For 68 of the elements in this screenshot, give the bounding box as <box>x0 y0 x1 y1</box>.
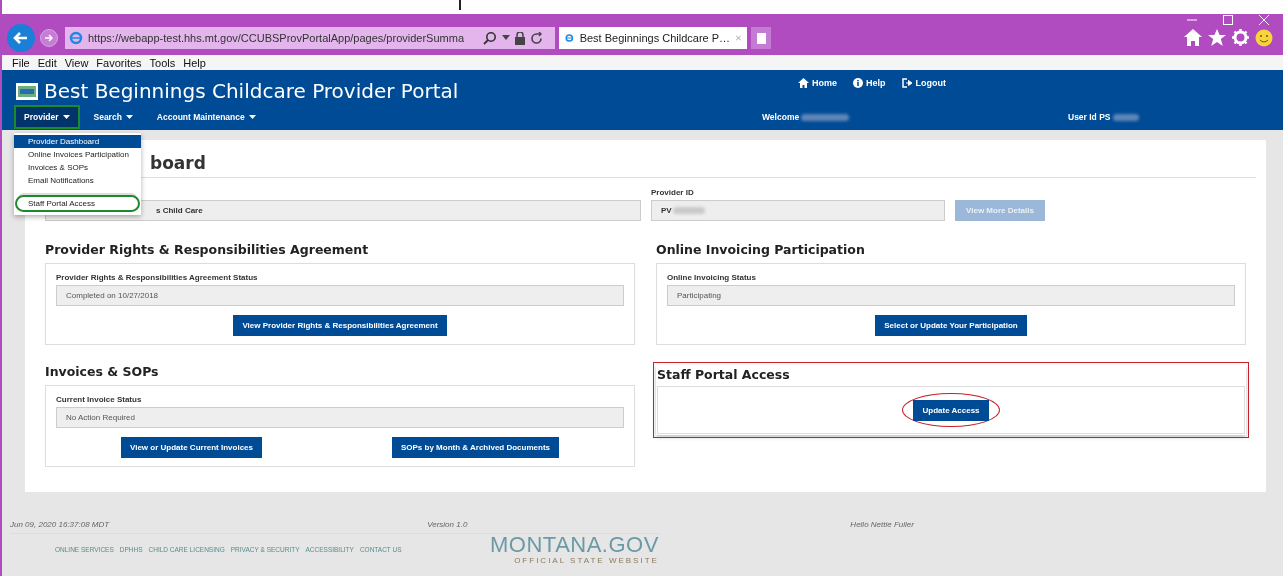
nav-tab[interactable]: Search <box>83 105 143 129</box>
info-icon <box>853 78 863 88</box>
menu-item[interactable]: Edit <box>37 56 57 69</box>
section-title: Staff Portal Access <box>657 367 791 382</box>
header-link[interactable]: Logout <box>901 78 947 88</box>
menu-item[interactable]: File <box>12 56 30 69</box>
logo-icon <box>16 82 38 100</box>
page-icon <box>756 32 766 44</box>
logo-tagline: OFFICIAL STATE WEBSITE <box>514 556 659 565</box>
section-title: Online Invoicing Participation <box>656 242 866 257</box>
lock-icon <box>515 31 525 45</box>
settings-icon[interactable] <box>1232 29 1249 46</box>
logout-icon <box>901 78 913 88</box>
action-button[interactable]: View Provider Rights & Responsibilities Agreement <box>233 315 447 336</box>
greeting-text: Hello Nettie Fuller <box>850 520 914 529</box>
page-title: board <box>150 153 206 173</box>
portal-title: Best Beginnings Childcare Provider Portal <box>44 79 459 103</box>
menu-item[interactable]: Favorites <box>96 56 142 69</box>
dropdown-item[interactable]: Email Notifications <box>14 174 141 187</box>
timestamp-text: Jun 09, 2020 16:37:08 MDT <box>10 520 110 529</box>
new-tab-button[interactable] <box>751 27 771 49</box>
section-title: Invoices & SOPs <box>45 364 160 379</box>
nav-tab[interactable]: Account Maintenance <box>146 105 266 129</box>
blurred-text <box>1112 113 1139 121</box>
caret-icon[interactable] <box>502 35 510 41</box>
caret-icon <box>125 115 133 119</box>
caret-icon <box>62 115 70 119</box>
menu-item[interactable]: Tools <box>149 56 176 69</box>
caret-icon <box>248 115 256 119</box>
status-field: Completed on 10/27/2018 <box>56 285 624 306</box>
browser-logo-icon <box>69 31 83 45</box>
field-label: Online Invoicing Status <box>667 273 757 282</box>
dropdown-item[interactable]: Invoices & SOPs <box>14 161 141 174</box>
field-label: Provider ID <box>651 188 695 197</box>
menu-item[interactable]: Help <box>183 56 206 69</box>
user-id-text: User Id PS <box>1068 112 1111 122</box>
menu-item[interactable]: View <box>64 56 89 69</box>
url-text: https://webapp-test.hhs.mt.gov/CCUBSProvPortalApp/pages/providerSumma <box>88 32 465 44</box>
dropdown-item[interactable]: Staff Portal Access <box>15 195 140 212</box>
header-link[interactable]: Home <box>798 78 837 88</box>
blurred-text <box>672 207 705 214</box>
home-icon <box>798 78 809 88</box>
search-icon[interactable] <box>483 31 497 45</box>
action-button[interactable]: SOPs by Month & Archived Documents <box>391 437 559 458</box>
action-button[interactable]: View or Update Current Invoices <box>121 437 262 458</box>
star-icon[interactable] <box>1208 29 1226 46</box>
home-icon[interactable] <box>1184 29 1202 46</box>
address-bar[interactable]: https://webapp-test.hhs.mt.gov/CCUBSProvPortalApp/pages/providerSumma <box>65 27 555 49</box>
field-label: Provider Rights & Responsibilities Agreement Status <box>56 273 259 282</box>
provider-id-field: PV <box>651 200 945 221</box>
action-button[interactable]: Update Access <box>913 400 989 421</box>
nav-tab[interactable]: Provider <box>14 105 80 129</box>
refresh-icon[interactable] <box>530 31 543 45</box>
maximize-icon[interactable] <box>1223 15 1233 25</box>
dropdown-item[interactable]: Online Invoices Participation <box>14 148 141 161</box>
welcome-text: Welcome <box>762 112 800 122</box>
dropdown-item[interactable]: Provider Dashboard <box>14 135 141 148</box>
browser-tab[interactable]: Best Beginnings Childcare P… <box>559 27 747 49</box>
status-field: No Action Required <box>56 407 624 428</box>
section-title: Provider Rights & Responsibilities Agreement <box>45 242 370 257</box>
header-link[interactable]: Help <box>853 78 886 88</box>
smiley-icon[interactable] <box>1255 29 1273 47</box>
browser-logo-icon <box>565 31 574 45</box>
version-text: Version 1.0 <box>427 520 468 529</box>
blurred-text <box>801 113 850 121</box>
action-button[interactable]: Select or Update Your Participation <box>875 315 1027 336</box>
status-field: Participating <box>667 285 1235 306</box>
field-label: Current Invoice Status <box>56 395 143 404</box>
